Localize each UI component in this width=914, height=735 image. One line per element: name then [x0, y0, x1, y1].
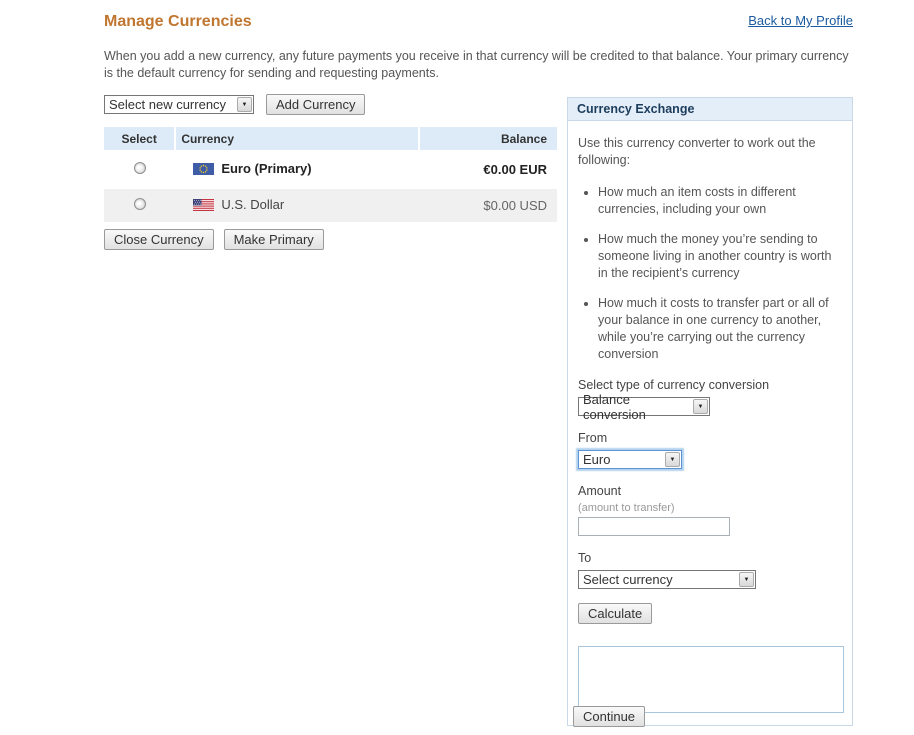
bullet-item: How much it costs to transfer part or al… — [598, 295, 842, 363]
currency-balance: €0.00 EUR — [420, 150, 557, 186]
to-currency-select[interactable]: Select currency ▼ — [578, 570, 756, 589]
radio-select-euro[interactable] — [134, 162, 146, 174]
page-description: When you add a new currency, any future … — [104, 48, 856, 82]
currency-name: Euro (Primary) — [221, 161, 311, 176]
amount-hint: (amount to transfer) — [578, 502, 842, 514]
bullet-item: How much the money you’re sending to som… — [598, 231, 842, 282]
eu-flag-icon — [193, 163, 214, 175]
column-header-select: Select — [104, 127, 176, 150]
panel-bullet-list: How much an item costs in different curr… — [578, 184, 842, 363]
add-currency-button[interactable]: Add Currency — [266, 94, 365, 115]
table-row-euro: Euro (Primary) €0.00 EUR — [104, 150, 557, 186]
from-currency-value: Euro — [583, 452, 610, 467]
currency-table: Select Currency Balance Euro (Primary) €… — [104, 127, 557, 222]
conversion-type-label: Select type of currency conversion — [578, 378, 842, 392]
amount-label: Amount — [578, 484, 842, 498]
new-currency-select-value: Select new currency — [109, 97, 226, 112]
page-title: Manage Currencies — [104, 13, 252, 31]
panel-intro: Use this currency converter to work out … — [578, 135, 842, 169]
to-label: To — [578, 551, 842, 565]
close-currency-button[interactable]: Close Currency — [104, 229, 214, 250]
conversion-type-value: Balance conversion — [583, 392, 687, 422]
chevron-down-icon: ▼ — [693, 399, 708, 414]
column-header-balance: Balance — [420, 127, 557, 150]
radio-select-usd[interactable] — [134, 198, 146, 210]
calculate-button[interactable]: Calculate — [578, 603, 652, 624]
back-to-profile-link[interactable]: Back to My Profile — [748, 13, 853, 28]
currency-table-header-row: Select Currency Balance — [104, 127, 557, 150]
from-label: From — [578, 431, 842, 445]
continue-button[interactable]: Continue — [573, 706, 645, 727]
chevron-down-icon: ▼ — [739, 572, 754, 587]
currency-exchange-panel: Currency Exchange Use this currency conv… — [567, 97, 853, 726]
make-primary-button[interactable]: Make Primary — [224, 229, 324, 250]
currency-balance: $0.00 USD — [420, 186, 557, 222]
chevron-down-icon: ▼ — [237, 97, 252, 112]
to-currency-value: Select currency — [583, 572, 673, 587]
add-currency-row: Select new currency ▼ Add Currency — [104, 94, 365, 115]
conversion-result-box — [578, 646, 844, 713]
page-header: Manage Currencies Back to My Profile — [104, 13, 853, 31]
from-currency-select[interactable]: Euro ▼ — [578, 450, 682, 469]
currency-name: U.S. Dollar — [221, 197, 284, 212]
table-actions: Close Currency Make Primary — [104, 229, 324, 250]
chevron-down-icon: ▼ — [665, 452, 680, 467]
conversion-type-select[interactable]: Balance conversion ▼ — [578, 397, 710, 416]
column-header-currency: Currency — [176, 127, 420, 150]
panel-title: Currency Exchange — [568, 98, 852, 121]
new-currency-select[interactable]: Select new currency ▼ — [104, 95, 254, 114]
bullet-item: How much an item costs in different curr… — [598, 184, 842, 218]
table-row-usd: U.S. Dollar $0.00 USD — [104, 186, 557, 222]
amount-input[interactable] — [578, 517, 730, 536]
us-flag-icon — [193, 199, 214, 211]
